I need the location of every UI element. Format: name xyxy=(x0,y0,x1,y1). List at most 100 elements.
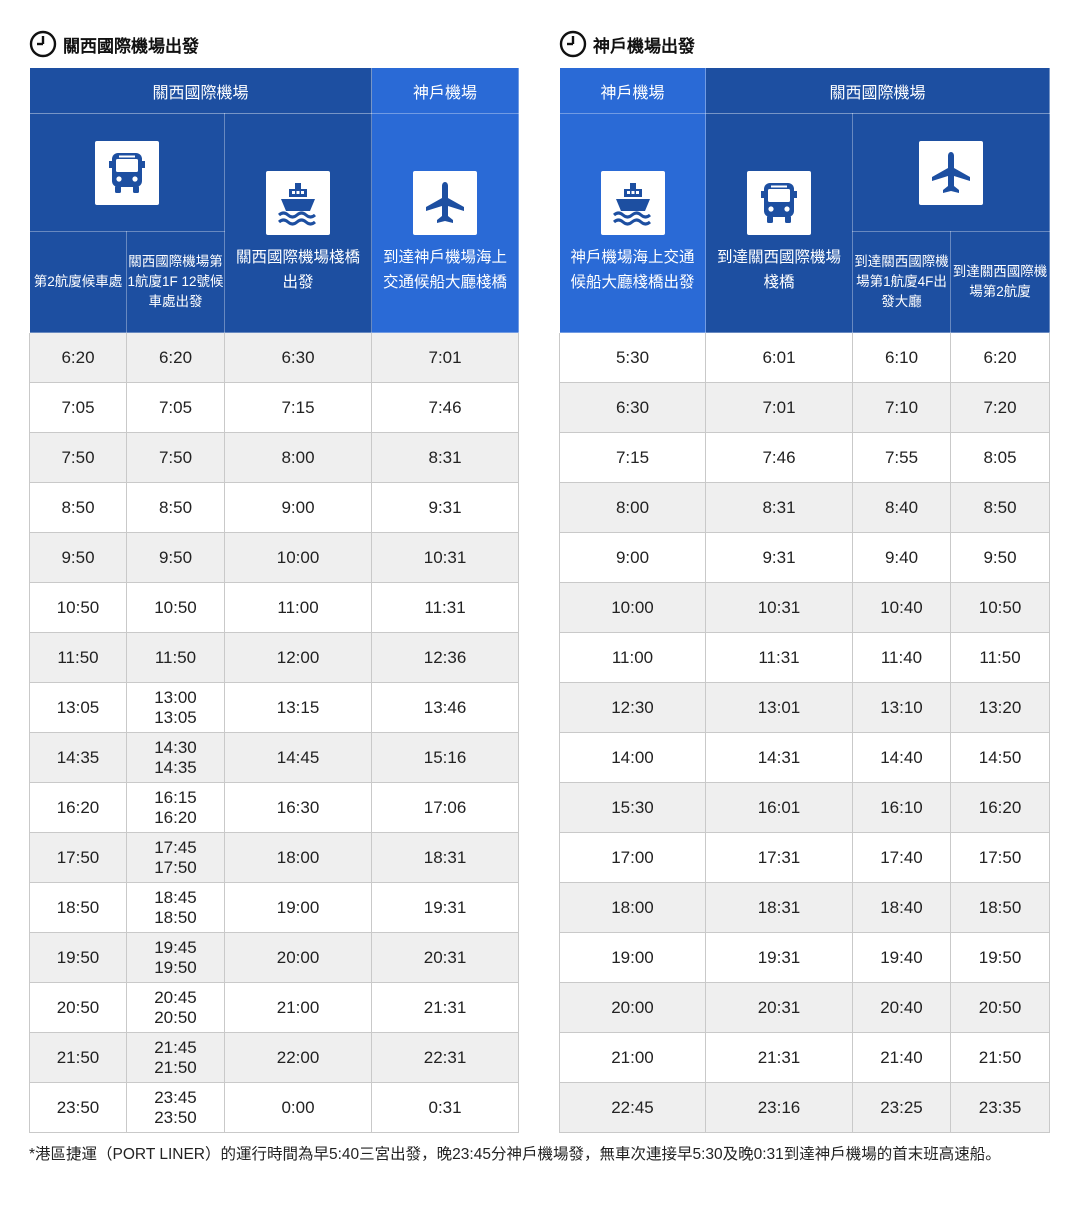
time-value: 21:50 xyxy=(154,1057,197,1077)
terminal1-departure-time: 21:45 21:50 xyxy=(126,1032,225,1083)
terminal2-arrival-time: 6:20 xyxy=(949,332,1051,383)
terminal2-departure-time: 20:50 xyxy=(29,982,127,1033)
terminal1-arrival-time: 6:10 xyxy=(852,332,951,383)
ferry-departure-time: 9:00 xyxy=(223,482,373,533)
terminal1-arrival-time: 11:40 xyxy=(852,632,951,683)
kansai-pier-arrival-time: 8:31 xyxy=(705,482,853,533)
kobe-arrival-time: 15:16 xyxy=(371,732,520,783)
terminal1-departure-time: 16:15 16:20 xyxy=(126,782,225,833)
ferry-departure-time: 10:00 xyxy=(223,532,373,583)
airplane-icon xyxy=(413,170,478,235)
terminal2-arrival-time: 23:35 xyxy=(949,1082,1051,1133)
kobe-arrival-time: 7:01 xyxy=(371,332,520,383)
kobe-arrival-time: 9:31 xyxy=(371,482,520,533)
kansai-pier-arrival-time: 9:31 xyxy=(705,532,853,583)
kobe-ferry-departure-time: 7:15 xyxy=(559,432,706,483)
table-row: 15:30 16:01 16:10 16:20 xyxy=(559,782,1051,833)
table-row: 13:05 13:00 13:05 13:15 13:46 xyxy=(29,682,520,733)
time-value: 20:50 xyxy=(154,1007,197,1027)
ferry-departure-label: 關西國際機場棧橋出發 xyxy=(236,248,361,291)
kansai-pier-arrival-time: 7:01 xyxy=(705,382,853,433)
kobe-ferry-departure-time: 9:00 xyxy=(559,532,706,583)
terminal2-arrival-time: 9:50 xyxy=(949,532,1051,583)
table-row: 5:30 6:01 6:10 6:20 xyxy=(559,332,1051,383)
time-value: 13:00 xyxy=(154,687,197,707)
time-value: 23:45 xyxy=(154,1087,197,1107)
ship-icon xyxy=(266,170,331,235)
kobe-arrival-time: 22:31 xyxy=(371,1032,520,1083)
bus-icon xyxy=(747,170,811,235)
kobe-ferry-departure-time: 21:00 xyxy=(559,1032,706,1083)
kansai-pier-arrival-time: 16:01 xyxy=(705,782,853,833)
terminal1-departure-time: 20:45 20:50 xyxy=(126,982,225,1033)
clock-icon xyxy=(29,30,57,58)
table-row: 17:50 17:45 17:50 18:00 18:31 xyxy=(29,832,520,883)
terminal2-arrival-time: 8:50 xyxy=(949,482,1051,533)
terminal2-departure-time: 23:50 xyxy=(29,1082,127,1133)
terminal1-arrival-time: 8:40 xyxy=(852,482,951,533)
table-row: 19:50 19:45 19:50 20:00 20:31 xyxy=(29,932,520,983)
section-title-text: 神戶機場出發 xyxy=(593,36,695,56)
bus-column-header xyxy=(29,113,225,232)
terminal2-arrival-time: 11:50 xyxy=(949,632,1051,683)
terminal2-arrival-time: 19:50 xyxy=(949,932,1051,983)
terminal1-departure-time: 6:20 xyxy=(126,332,225,383)
terminal2-arrival-header: 到達關西國際機場第2航廈 xyxy=(949,231,1051,333)
header-kansai-airport: 關西國際機場 xyxy=(28,67,373,114)
table-row: 9:00 9:31 9:40 9:50 xyxy=(559,532,1051,583)
time-value: 19:45 xyxy=(154,937,197,957)
ferry-departure-time: 14:45 xyxy=(223,732,373,783)
ferry-departure-time: 13:15 xyxy=(223,682,373,733)
table-row: 10:50 10:50 11:00 11:31 xyxy=(29,582,520,633)
terminal2-arrival-time: 16:20 xyxy=(949,782,1051,833)
terminal2-arrival-time: 8:05 xyxy=(949,432,1051,483)
terminal1-arrival-header: 到達關西國際機場第1航廈4F出發大廳 xyxy=(852,231,951,333)
ferry-departure-time: 11:00 xyxy=(223,582,373,633)
terminal1-departure-time: 17:45 17:50 xyxy=(126,832,225,883)
kobe-arrival-column-header: 到達神戶機場海上交通候船大廳棧橋 xyxy=(371,113,520,333)
kobe-ferry-departure-time: 10:00 xyxy=(559,582,706,633)
bus-icon xyxy=(95,140,159,205)
terminal1-departure-time: 23:45 23:50 xyxy=(126,1082,225,1133)
terminal1-arrival-time: 9:40 xyxy=(852,532,951,583)
kansai-pier-arrival-time: 17:31 xyxy=(705,832,853,883)
table-row: 12:30 13:01 13:10 13:20 xyxy=(559,682,1051,733)
time-value: 14:30 xyxy=(154,737,197,757)
terminal1-stop-header: 關西國際機場第1航廈1F 12號候車處出發 xyxy=(126,231,225,333)
terminal1-arrival-time: 16:10 xyxy=(852,782,951,833)
ferry-departure-column-header: 神戶機場海上交通候船大廳棧橋出發 xyxy=(559,113,706,333)
terminal1-arrival-time: 17:40 xyxy=(852,832,951,883)
header-kansai-airport: 關西國際機場 xyxy=(704,67,1051,114)
kansai-pier-arrival-time: 21:31 xyxy=(705,1032,853,1083)
footnote: *港區捷運（PORT LINER）的運行時間為早5:40三宮出發，晚23:45分… xyxy=(29,1146,1001,1163)
time-value: 17:45 xyxy=(154,837,197,857)
kobe-arrival-time: 17:06 xyxy=(371,782,520,833)
kobe-ferry-departure-time: 18:00 xyxy=(559,882,706,933)
terminal2-departure-time: 14:35 xyxy=(29,732,127,783)
table-row: 20:00 20:31 20:40 20:50 xyxy=(559,982,1051,1033)
table-row: 10:00 10:31 10:40 10:50 xyxy=(559,582,1051,633)
kansai-arrival-column-header: 到達關西國際機場棧橋 xyxy=(705,113,853,333)
terminal1-arrival-time: 10:40 xyxy=(852,582,951,633)
kobe-arrival-time: 8:31 xyxy=(371,432,520,483)
table-row: 14:35 14:30 14:35 14:45 15:16 xyxy=(29,732,520,783)
kobe-ferry-departure-time: 20:00 xyxy=(559,982,706,1033)
terminal1-departure-time: 13:00 13:05 xyxy=(126,682,225,733)
table-row: 23:50 23:45 23:50 0:00 0:31 xyxy=(29,1082,520,1133)
kobe-ferry-departure-time: 22:45 xyxy=(559,1082,706,1133)
plane-column-header xyxy=(851,113,1051,232)
time-value: 18:50 xyxy=(154,907,197,927)
kobe-ferry-departure-time: 6:30 xyxy=(559,382,706,433)
time-value: 21:45 xyxy=(154,1037,197,1057)
terminal2-departure-time: 13:05 xyxy=(29,682,127,733)
kobe-arrival-time: 21:31 xyxy=(371,982,520,1033)
terminal2-departure-time: 6:20 xyxy=(29,332,127,383)
terminal2-arrival-time: 13:20 xyxy=(949,682,1051,733)
kansai-pier-arrival-time: 13:01 xyxy=(705,682,853,733)
table-row: 7:05 7:05 7:15 7:46 xyxy=(29,382,520,433)
kobe-arrival-time: 12:36 xyxy=(371,632,520,683)
terminal1-arrival-time: 7:55 xyxy=(852,432,951,483)
time-value: 17:50 xyxy=(154,857,197,877)
kobe-ferry-departure-time: 19:00 xyxy=(559,932,706,983)
terminal1-arrival-time: 18:40 xyxy=(852,882,951,933)
